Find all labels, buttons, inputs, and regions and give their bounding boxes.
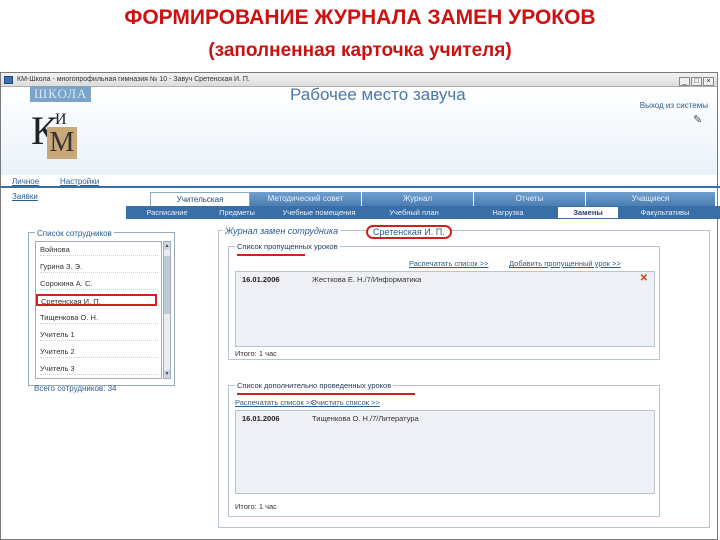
staff-count: Всего сотрудников: 34 bbox=[34, 384, 117, 393]
list-item[interactable]: Гурина З. Э. bbox=[40, 261, 158, 273]
red-underline bbox=[237, 393, 415, 395]
extra-lessons-list: 16.01.2006 Тищенкова О. Н./7/Литература bbox=[235, 410, 655, 494]
tab-students[interactable]: Учащиеся bbox=[586, 192, 716, 206]
tab-label: Журнал bbox=[402, 194, 433, 203]
logout-link[interactable]: Выход из системы bbox=[640, 101, 708, 110]
table-row[interactable]: 16.01.2006 Жесткова Е. Н./7/Информатика … bbox=[236, 272, 654, 286]
nav-link-settings[interactable]: Настройки bbox=[60, 177, 99, 186]
sub-tabs: Расписание Предметы Учебные помещения Уч… bbox=[126, 206, 720, 219]
nav-link-requests[interactable]: Заявки bbox=[12, 192, 38, 201]
tab-label: Методический совет bbox=[267, 194, 344, 203]
add-missed-lesson-link[interactable]: Добавить пропущенный урок >> bbox=[509, 259, 621, 268]
nav-link-personal[interactable]: Личное bbox=[12, 177, 39, 186]
subtab-label: Учебные помещения bbox=[282, 208, 356, 217]
extra-lessons-section: Список дополнительно проведенных уроков … bbox=[228, 381, 660, 517]
list-item[interactable]: Учитель 1 bbox=[40, 329, 158, 341]
extra-lessons-title: Список дополнительно проведенных уроков bbox=[235, 381, 394, 390]
row-text: Тищенкова О. Н./7/Литература bbox=[312, 414, 419, 423]
staff-list-panel: Список сотрудников Войнова Гурина З. Э. … bbox=[28, 229, 175, 386]
missed-lessons-list: 16.01.2006 Жесткова Е. Н./7/Информатика … bbox=[235, 271, 655, 347]
pencil-icon[interactable]: ✎ bbox=[693, 113, 705, 126]
print-list-link[interactable]: Распечатать список >> bbox=[409, 259, 489, 268]
list-item[interactable]: Сорокина А. С. bbox=[40, 278, 158, 290]
tab-reports[interactable]: Отчеты bbox=[474, 192, 586, 206]
close-icon[interactable]: × bbox=[703, 77, 714, 86]
header-divider bbox=[0, 186, 720, 188]
logo: К И М bbox=[29, 109, 85, 159]
scroll-up-icon[interactable]: ▲ bbox=[164, 242, 170, 250]
subtab-label: Факультативы bbox=[640, 208, 690, 217]
print-list-link[interactable]: Распечатать список >> bbox=[235, 398, 315, 407]
list-item[interactable]: Учитель 3 bbox=[40, 363, 158, 375]
missed-total: Итого: 1 час bbox=[235, 349, 277, 358]
list-item[interactable]: Тищенкова О. Н. bbox=[40, 312, 158, 324]
subtab-label: Учебный план bbox=[389, 208, 439, 217]
list-item-selected[interactable]: Сретенская И. П. bbox=[36, 294, 157, 306]
window-title: КМ-Школа - многопрофильная гимназия № 10… bbox=[17, 76, 250, 83]
staff-list-title: Список сотрудников bbox=[35, 229, 114, 238]
staff-listbox[interactable]: Войнова Гурина З. Э. Сорокина А. С. Срет… bbox=[35, 241, 162, 379]
staff-list-scrollbar[interactable]: ▲ ▼ bbox=[163, 241, 171, 379]
subtab-label: Нагрузка bbox=[492, 208, 524, 217]
tab-method-council[interactable]: Методический совет bbox=[250, 192, 362, 206]
row-text: Жесткова Е. Н./7/Информатика bbox=[312, 275, 422, 284]
extra-total: Итого: 1 час bbox=[235, 502, 277, 511]
subtab-electives[interactable]: Факультативы bbox=[620, 207, 710, 218]
subtab-rooms[interactable]: Учебные помещения bbox=[270, 207, 368, 218]
subtab-workload[interactable]: Нагрузка bbox=[460, 207, 556, 218]
slide-title: ФОРМИРОВАНИЕ ЖУРНАЛА ЗАМЕН УРОКОВ bbox=[124, 6, 596, 29]
table-row[interactable]: 16.01.2006 Тищенкова О. Н./7/Литература bbox=[236, 411, 654, 425]
journal-teacher-name: Сретенская И. П. bbox=[366, 225, 452, 239]
scroll-thumb[interactable] bbox=[164, 256, 170, 314]
red-underline bbox=[237, 254, 305, 256]
subtab-substitutions[interactable]: Замены bbox=[558, 207, 618, 218]
row-date: 16.01.2006 bbox=[242, 275, 280, 284]
missed-lessons-title: Список пропущенных уроков bbox=[235, 242, 340, 251]
list-item[interactable]: Войнова bbox=[40, 244, 158, 256]
subtab-subjects[interactable]: Предметы bbox=[204, 207, 270, 218]
subtab-label: Расписание bbox=[146, 208, 188, 217]
page-title: Рабочее место завуча bbox=[290, 85, 466, 104]
minimize-icon[interactable]: _ bbox=[679, 77, 690, 86]
journal-label: Журнал замен сотрудника bbox=[223, 226, 341, 236]
list-item[interactable]: Учитель 2 bbox=[40, 346, 158, 358]
row-date: 16.01.2006 bbox=[242, 414, 280, 423]
tab-label: Учительская bbox=[176, 195, 224, 204]
logo-caption: ШКОЛА bbox=[30, 86, 92, 102]
tab-journal[interactable]: Журнал bbox=[362, 192, 474, 206]
app-icon bbox=[4, 76, 13, 84]
subtab-label: Замены bbox=[573, 208, 603, 217]
clear-list-link[interactable]: Очистить список >> bbox=[311, 398, 380, 407]
tab-label: Учащиеся bbox=[631, 194, 670, 203]
subtab-schedule[interactable]: Расписание bbox=[130, 207, 204, 218]
delete-icon[interactable]: ✕ bbox=[640, 273, 648, 284]
slide-subtitle: (заполненная карточка учителя) bbox=[208, 40, 512, 61]
missed-lessons-section: Список пропущенных уроков Распечатать сп… bbox=[228, 242, 660, 360]
tab-teachers-room[interactable]: Учительская bbox=[150, 192, 250, 206]
subtab-label: Предметы bbox=[219, 208, 255, 217]
scroll-down-icon[interactable]: ▼ bbox=[164, 370, 170, 378]
maximize-icon[interactable]: □ bbox=[691, 77, 702, 86]
main-tabs: Учительская Методический совет Журнал От… bbox=[150, 192, 720, 206]
tab-label: Отчеты bbox=[515, 194, 544, 203]
subtab-curriculum[interactable]: Учебный план bbox=[368, 207, 460, 218]
logo-letter-m: М bbox=[47, 127, 77, 159]
